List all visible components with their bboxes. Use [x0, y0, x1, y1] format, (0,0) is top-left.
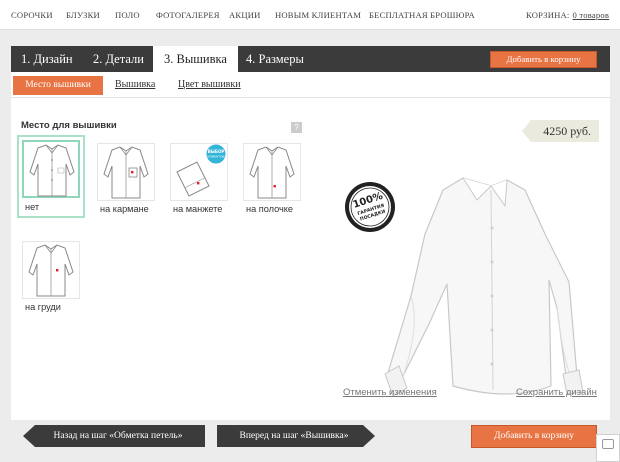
step-embroidery[interactable]: 3. Вышивка [153, 46, 238, 72]
bottom-navigation: Назад на шаг «Обметка петель» Вперед на … [11, 420, 610, 462]
subtab-embroidery-place[interactable]: Место вышивки [13, 76, 103, 95]
placement-option-none[interactable]: нет [17, 135, 85, 218]
placement-title: Место для вышивки [21, 120, 117, 131]
nav-item-polo[interactable]: ПОЛО [115, 10, 140, 20]
top-navigation: СОРОЧКИ БЛУЗКИ ПОЛО ФОТОГАЛЕРЕЯ АКЦИИ НО… [0, 0, 620, 30]
shirt-preview [381, 176, 611, 416]
placement-option-chest[interactable]: на груди [21, 240, 81, 314]
chat-widget-icon[interactable] [596, 434, 620, 462]
nav-item-free-brochure[interactable]: БЕСПЛАТНАЯ БРОШЮРА [369, 10, 475, 20]
cart-link[interactable]: 0 товаров [573, 10, 610, 20]
shirt-chest-icon [22, 241, 80, 299]
step-sizes[interactable]: 4. Размеры [246, 46, 304, 72]
placement-option-placket[interactable]: на полочке [242, 142, 302, 216]
step-bar: 1. Дизайн 2. Детали 3. Вышивка 4. Размер… [11, 46, 610, 72]
shirt-pocket-icon [97, 143, 155, 201]
placement-label-cuff: на манжете [173, 204, 223, 214]
help-icon[interactable]: ? [291, 122, 302, 133]
add-to-cart-button-bottom[interactable]: Добавить в корзину [471, 425, 597, 448]
subtabs: Место вышивки Вышивка Цвет вышивки [11, 72, 610, 98]
shirt-front-icon [22, 140, 80, 198]
add-to-cart-button-top[interactable]: Добавить в корзину [490, 51, 597, 68]
svg-text:КЛИЕНТОВ: КЛИЕНТОВ [207, 155, 224, 159]
shirt-placket-icon [243, 143, 301, 201]
subtab-embroidery[interactable]: Вышивка [115, 79, 155, 90]
nav-item-promotions[interactable]: АКЦИИ [229, 10, 261, 20]
constructor-panel: 1. Дизайн 2. Детали 3. Вышивка 4. Размер… [11, 46, 610, 462]
placement-option-cuff[interactable]: ВЫБОР КЛИЕНТОВ на манжете [169, 142, 229, 216]
placement-label-pocket: на кармане [100, 204, 149, 214]
nav-item-new-clients[interactable]: НОВЫМ КЛИЕНТАМ [275, 10, 361, 20]
back-step-button[interactable]: Назад на шаг «Обметка петель» [23, 425, 205, 447]
save-design-link[interactable]: Сохранить дизайн [516, 387, 597, 398]
step-details[interactable]: 2. Детали [93, 46, 144, 72]
next-step-button[interactable]: Вперед на шаг «Вышивка» [217, 425, 375, 447]
nav-item-photo-gallery[interactable]: ФОТОГАЛЕРЕЯ [156, 10, 220, 20]
cart-summary: КОРЗИНА: 0 товаров [526, 10, 609, 20]
nav-item-shirts[interactable]: СОРОЧКИ [11, 10, 53, 20]
placement-option-pocket[interactable]: на кармане [96, 142, 156, 216]
price-tag: 4250 руб. [522, 120, 599, 142]
step-design[interactable]: 1. Дизайн [21, 46, 73, 72]
subtab-embroidery-color[interactable]: Цвет вышивки [178, 79, 241, 90]
nav-item-blouses[interactable]: БЛУЗКИ [66, 10, 100, 20]
cancel-changes-link[interactable]: Отменить изменения [343, 387, 437, 398]
placement-label-chest: на груди [25, 302, 61, 312]
svg-text:ВЫБОР: ВЫБОР [208, 149, 225, 154]
cuff-icon: ВЫБОР КЛИЕНТОВ [170, 143, 228, 201]
cart-label: КОРЗИНА: [526, 10, 570, 20]
placement-label-none: нет [25, 202, 40, 212]
placement-label-placket: на полочке [246, 204, 294, 214]
